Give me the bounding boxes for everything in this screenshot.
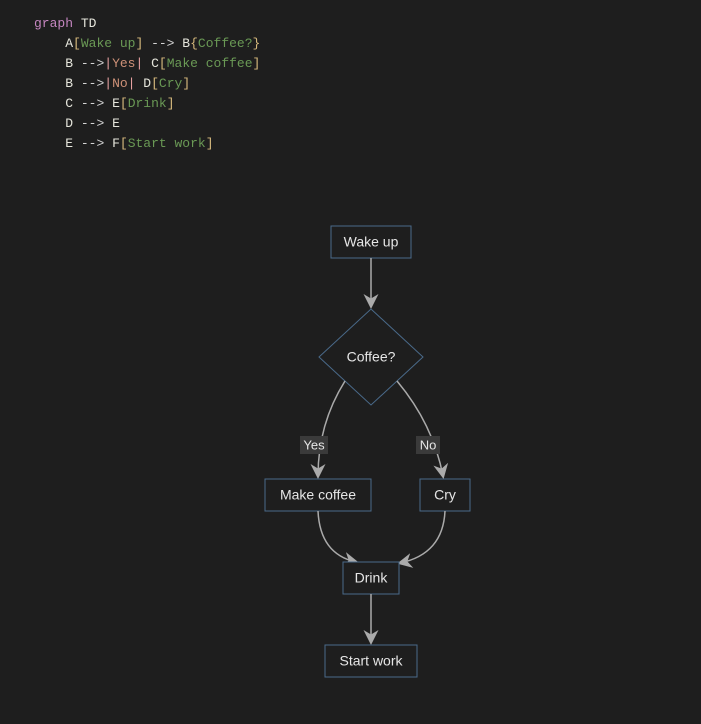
edge-b-d — [397, 381, 443, 476]
bracket: [ — [151, 76, 159, 91]
arrow: --> — [81, 76, 104, 91]
node-drink-label: Drink — [355, 570, 389, 586]
pipe: | — [135, 56, 143, 71]
code-block: graph TD A[Wake up] --> B{Coffee?} B -->… — [0, 0, 701, 154]
node-cry-label: Cry — [434, 487, 456, 503]
bracket: ] — [167, 96, 175, 111]
node-text: Wake up — [81, 36, 136, 51]
bracket: ] — [253, 56, 261, 71]
pipe-text: Yes — [112, 56, 135, 71]
bracket: ] — [135, 36, 143, 51]
keyword-graph: graph — [34, 16, 73, 31]
edge-b-d-label: No — [420, 437, 437, 452]
code-line-3: B -->|No| D[Cry] — [34, 74, 701, 94]
bracket: ] — [182, 76, 190, 91]
arrow: --> — [81, 116, 104, 131]
pipe: | — [104, 76, 112, 91]
node-id: B — [65, 76, 73, 91]
pipe: | — [104, 56, 112, 71]
arrow: --> — [81, 56, 104, 71]
edge-b-c — [318, 381, 345, 476]
node-coffee-label: Coffee? — [347, 349, 396, 365]
node-id: A — [65, 36, 73, 51]
node-id: E — [112, 116, 120, 131]
node-id: E — [112, 96, 120, 111]
node-wake-up-label: Wake up — [344, 234, 399, 250]
node-id: F — [112, 136, 120, 151]
node-id: B — [65, 56, 73, 71]
node-id: D — [143, 76, 151, 91]
code-line-6: E --> F[Start work] — [34, 134, 701, 154]
edge-b-c-label: Yes — [303, 437, 325, 452]
node-text: Coffee? — [198, 36, 253, 51]
node-start-work-label: Start work — [339, 653, 403, 669]
arrow: --> — [151, 36, 174, 51]
node-text: Cry — [159, 76, 182, 91]
brace: } — [253, 36, 261, 51]
pipe-text: No — [112, 76, 128, 91]
brace: { — [190, 36, 198, 51]
code-line-5: D --> E — [34, 114, 701, 134]
diagram-area: Wake up Coffee? Yes No Make coffee Cry D… — [0, 154, 701, 714]
node-id: E — [65, 136, 73, 151]
bracket: [ — [159, 56, 167, 71]
node-text: Drink — [128, 96, 167, 111]
bracket: [ — [73, 36, 81, 51]
node-text: Make coffee — [167, 56, 253, 71]
arrow: --> — [81, 96, 104, 111]
node-id: C — [151, 56, 159, 71]
bracket: ] — [206, 136, 214, 151]
bracket: [ — [120, 136, 128, 151]
node-id: C — [65, 96, 73, 111]
keyword-td: TD — [81, 16, 97, 31]
node-id: D — [65, 116, 73, 131]
code-line-2: B -->|Yes| C[Make coffee] — [34, 54, 701, 74]
code-line-1: A[Wake up] --> B{Coffee?} — [34, 34, 701, 54]
edge-d-e — [400, 511, 445, 563]
bracket: [ — [120, 96, 128, 111]
node-text: Start work — [128, 136, 206, 151]
node-id: B — [182, 36, 190, 51]
node-make-coffee-label: Make coffee — [280, 487, 356, 503]
flowchart-svg: Wake up Coffee? Yes No Make coffee Cry D… — [0, 154, 701, 714]
arrow: --> — [81, 136, 104, 151]
code-line-4: C --> E[Drink] — [34, 94, 701, 114]
edge-c-e — [318, 511, 356, 562]
pipe: | — [128, 76, 136, 91]
code-line-header: graph TD — [34, 14, 701, 34]
